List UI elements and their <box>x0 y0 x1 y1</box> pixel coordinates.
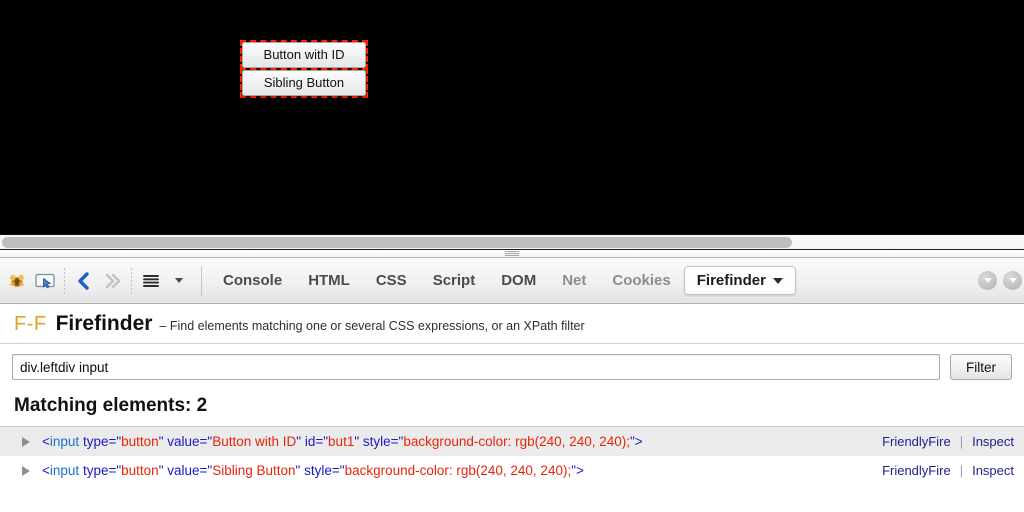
splitter-grip-icon <box>505 251 519 257</box>
firebug-toolbar: Console HTML CSS Script DOM Net Cookies … <box>0 258 1024 304</box>
toolbar-separator-2 <box>131 267 132 294</box>
filter-button[interactable]: Filter <box>950 354 1012 380</box>
panel-splitter[interactable] <box>0 249 1024 258</box>
firefinder-title: Firefinder <box>55 312 153 335</box>
leftdiv-container: Button with ID Sibling Button <box>240 40 368 98</box>
tab-firefinder-label: Firefinder <box>696 272 766 289</box>
highlight-box-button-with-id: Button with ID <box>240 40 368 70</box>
firefinder-search-row: Filter <box>0 344 1024 389</box>
firefinder-panel: F-F Firefinder – Find elements matching … <box>0 304 1024 512</box>
results-list: <input type="button" value="Button with … <box>0 427 1024 485</box>
inspect-link[interactable]: Inspect <box>972 434 1014 449</box>
link-separator: | <box>959 434 964 449</box>
result-row[interactable]: <input type="button" value="Button with … <box>0 427 1024 456</box>
tab-cookies[interactable]: Cookies <box>599 266 683 295</box>
close-panel-icon[interactable] <box>1003 271 1022 290</box>
inspect-link[interactable]: Inspect <box>972 463 1014 478</box>
minimize-panel-icon[interactable] <box>978 271 997 290</box>
inspect-element-icon[interactable] <box>31 267 59 295</box>
page-viewport: Button with ID Sibling Button <box>0 0 1024 234</box>
expand-triangle-icon[interactable] <box>22 436 30 447</box>
matching-elements-heading: Matching elements: 2 <box>0 389 1024 427</box>
toolbar-dropdown-caret-icon[interactable] <box>165 267 193 295</box>
toolbar-separator-3 <box>201 265 202 296</box>
expand-triangle-icon[interactable] <box>22 465 30 476</box>
page-sibling-button[interactable]: Sibling Button <box>242 70 366 96</box>
page-button-with-id[interactable]: Button with ID <box>242 42 366 68</box>
scrollbar-thumb[interactable] <box>2 237 792 248</box>
css-expression-input[interactable] <box>12 354 940 380</box>
tab-firefinder[interactable]: Firefinder <box>683 266 796 295</box>
firefinder-logo: F-F <box>14 313 47 335</box>
tab-script[interactable]: Script <box>420 266 489 295</box>
result-row-actions: FriendlyFire | Inspect <box>882 463 1014 478</box>
toolbar-right-controls <box>978 271 1024 290</box>
forward-arrow-icon[interactable] <box>98 267 126 295</box>
toolbar-separator-1 <box>64 267 65 294</box>
tab-dom[interactable]: DOM <box>488 266 549 295</box>
firebug-icon[interactable] <box>3 267 31 295</box>
menu-lines-icon[interactable] <box>137 267 165 295</box>
firefinder-header: F-F Firefinder – Find elements matching … <box>0 304 1024 344</box>
link-separator: | <box>959 463 964 478</box>
firefinder-tagline: – Find elements matching one or several … <box>159 319 585 333</box>
result-markup: <input type="button" value="Button with … <box>42 434 643 449</box>
highlight-box-sibling-button: Sibling Button <box>240 68 368 98</box>
friendlyfire-link[interactable]: FriendlyFire <box>882 434 951 449</box>
tab-console[interactable]: Console <box>210 266 295 295</box>
chevron-down-icon <box>772 277 783 284</box>
result-markup: <input type="button" value="Sibling Butt… <box>42 463 584 478</box>
back-arrow-icon[interactable] <box>70 267 98 295</box>
tab-html[interactable]: HTML <box>295 266 363 295</box>
friendlyfire-link[interactable]: FriendlyFire <box>882 463 951 478</box>
result-row-actions: FriendlyFire | Inspect <box>882 434 1014 449</box>
result-row[interactable]: <input type="button" value="Sibling Butt… <box>0 456 1024 485</box>
tab-css[interactable]: CSS <box>363 266 420 295</box>
tab-net[interactable]: Net <box>549 266 599 295</box>
page-horizontal-scrollbar[interactable] <box>0 234 1024 249</box>
